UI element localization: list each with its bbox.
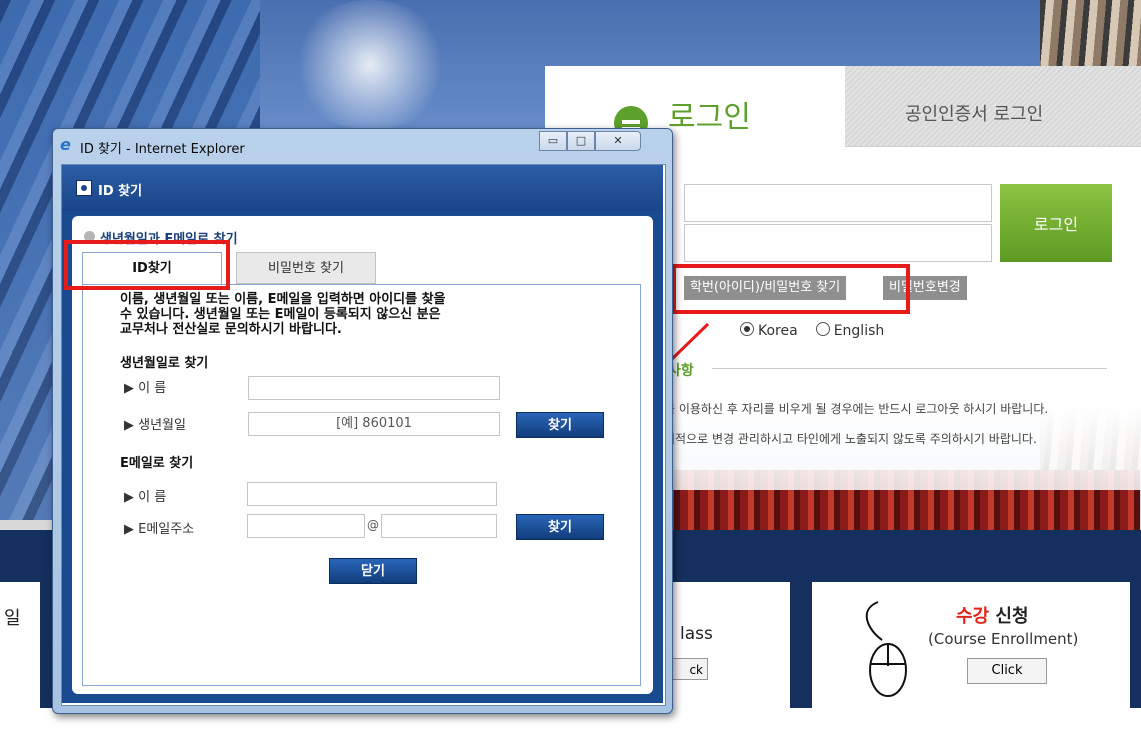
radio-english[interactable]: English xyxy=(815,322,885,339)
login-id-input[interactable] xyxy=(684,184,992,222)
email-name-label: ▶ 이 름 xyxy=(124,490,167,505)
card-left-text: 일 xyxy=(4,608,21,629)
course-enrollment-subtitle: (Course Enrollment) xyxy=(928,630,1079,648)
card-class[interactable] xyxy=(670,582,790,708)
login-button[interactable]: 로그인 xyxy=(1000,184,1112,262)
close-button[interactable]: 닫기 xyxy=(329,558,417,584)
birth-name-label: ▶ 이 름 xyxy=(124,381,167,396)
minimize-button[interactable]: ▭ xyxy=(539,131,567,151)
email-domain-input[interactable] xyxy=(381,514,497,538)
annotation-highlight-box xyxy=(672,264,910,314)
course-enrollment-title: 수강 신청 xyxy=(956,602,1029,628)
email-search-heading: E메일로 찾기 xyxy=(120,456,194,471)
email-name-input[interactable] xyxy=(247,482,497,506)
login-title: 로그인 xyxy=(668,100,751,135)
email-address-label: ▶ E메일주소 xyxy=(124,522,195,537)
card-class-text: lass xyxy=(680,624,713,644)
find-by-email-button[interactable]: 찾기 xyxy=(516,514,604,540)
birthdate-input[interactable]: [예] 860101 xyxy=(248,412,500,436)
birth-name-input[interactable] xyxy=(248,376,500,400)
card-left[interactable] xyxy=(0,582,40,708)
instructions-text: 이름, 생년월일 또는 이름, E메일을 입력하면 아이디를 찾을 수 있습니다… xyxy=(120,292,446,337)
internet-explorer-icon: e xyxy=(60,135,71,154)
cloud-photo xyxy=(290,0,450,130)
cert-login-tab-label[interactable]: 공인인증서 로그인 xyxy=(905,100,1043,126)
notice-divider xyxy=(712,368,1107,369)
login-password-input[interactable] xyxy=(684,224,992,262)
course-enrollment-click-button[interactable]: Click xyxy=(967,658,1047,684)
tab-find-password[interactable]: 비밀번호 찾기 xyxy=(236,252,376,284)
notice-line-2: 기적으로 변경 관리하시고 타인에게 노출되지 않도록 주의하시기 바랍니다. xyxy=(664,432,1037,446)
course-enrollment-title-red: 수강 xyxy=(956,606,990,627)
at-sign: @ xyxy=(367,518,379,532)
card-class-click-button[interactable]: ck xyxy=(668,658,708,680)
course-enrollment-title-dark: 신청 xyxy=(995,606,1029,627)
mouse-icon xyxy=(865,601,907,697)
maximize-button[interactable]: □ xyxy=(567,131,595,151)
notice-line-1: 를 이용하신 후 자리를 비우게 될 경우에는 반드시 로그아웃 하시기 바랍니… xyxy=(664,402,1049,416)
radio-unselected-icon xyxy=(815,322,830,336)
radio-korea-label: Korea xyxy=(758,323,798,339)
email-local-input[interactable] xyxy=(247,514,365,538)
radio-korea[interactable]: Korea xyxy=(740,322,798,339)
popup-header-title: ID 찾기 xyxy=(98,184,143,199)
find-by-birth-button[interactable]: 찾기 xyxy=(516,412,604,438)
birthdate-label: ▶ 생년월일 xyxy=(124,418,186,433)
annotation-highlight-box xyxy=(64,240,230,290)
window-controls: ▭ □ ✕ xyxy=(539,131,641,151)
close-window-button[interactable]: ✕ xyxy=(595,131,641,151)
window-title: ID 찾기 - Internet Explorer xyxy=(80,142,245,157)
popup-header xyxy=(62,165,663,211)
radio-english-label: English xyxy=(833,323,885,339)
id-target-icon xyxy=(76,180,92,196)
birth-search-heading: 생년월일로 찾기 xyxy=(120,356,209,371)
language-radio-group: Korea English xyxy=(740,322,884,339)
radio-selected-icon xyxy=(740,322,754,336)
